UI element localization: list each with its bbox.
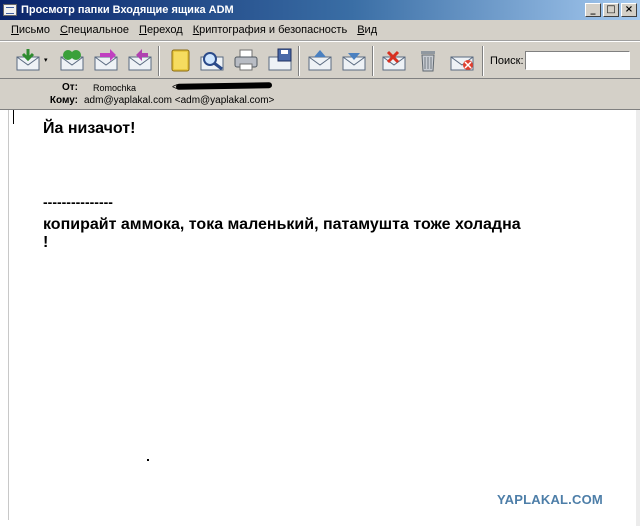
toolbar: ▾ Поиск:	[0, 41, 640, 79]
maximize-button[interactable]: □	[603, 3, 619, 17]
title-bar[interactable]: Просмотр папки Входящие ящика ADM _ □ ×	[0, 0, 640, 20]
toolbar-separator	[482, 46, 484, 76]
get-mail-dropdown-icon[interactable]: ▾	[44, 57, 52, 65]
menu-letter[interactable]: Письмо	[6, 24, 55, 36]
stray-dot	[147, 459, 149, 461]
menu-special[interactable]: Специальное	[55, 24, 134, 36]
search-label: Поиск:	[490, 55, 524, 67]
minimize-button[interactable]: _	[585, 3, 601, 17]
next-message-icon[interactable]	[340, 47, 368, 73]
app-icon	[3, 4, 17, 16]
close-button[interactable]: ×	[621, 3, 637, 17]
to-label: Кому:	[49, 95, 78, 106]
stop-icon[interactable]	[448, 47, 476, 73]
message-header: От: Romochka < Кому: adm@yaplakal.com <a…	[0, 79, 640, 110]
menu-crypto[interactable]: Криптография и безопасность	[188, 24, 352, 36]
toolbar-separator	[372, 46, 374, 76]
toolbar-separator	[298, 46, 300, 76]
text-caret	[13, 110, 14, 124]
window-right-edge	[636, 110, 640, 526]
from-label: От:	[61, 82, 78, 93]
get-mail-icon[interactable]	[14, 47, 42, 73]
watermark-logo: YAPLAKAL.COM	[497, 492, 603, 507]
redaction-mark	[175, 82, 273, 90]
menu-view[interactable]: Вид	[352, 24, 382, 36]
toolbar-separator	[158, 46, 160, 76]
delete-icon[interactable]	[414, 47, 442, 73]
save-icon[interactable]	[266, 47, 294, 73]
to-value[interactable]: adm@yaplakal.com <adm@yaplakal.com>	[84, 95, 274, 106]
message-line-3: !	[43, 234, 49, 251]
message-line-1: Йа низачот!	[43, 120, 136, 137]
junk-icon[interactable]	[380, 47, 408, 73]
window-title: Просмотр папки Входящие ящика ADM	[21, 4, 234, 16]
previous-message-icon[interactable]	[306, 47, 334, 73]
message-line-2: копирайт аммока, тока маленький, патамуш…	[43, 216, 521, 233]
find-icon[interactable]	[198, 47, 226, 73]
message-body[interactable]: Йа низачот! --------------- копирайт амм…	[8, 110, 638, 520]
forward-icon[interactable]	[126, 47, 154, 73]
menu-go[interactable]: Переход	[134, 24, 188, 36]
print-icon[interactable]	[232, 47, 260, 73]
compose-icon[interactable]	[58, 47, 86, 73]
search-input[interactable]	[525, 51, 630, 70]
window-controls: _ □ ×	[585, 3, 637, 17]
menu-bar: Письмо Специальное Переход Криптография …	[0, 20, 640, 41]
message-separator: ---------------	[43, 194, 113, 210]
reply-icon[interactable]	[92, 47, 120, 73]
from-name[interactable]: Romochka	[93, 83, 136, 93]
address-book-icon[interactable]	[166, 47, 194, 73]
